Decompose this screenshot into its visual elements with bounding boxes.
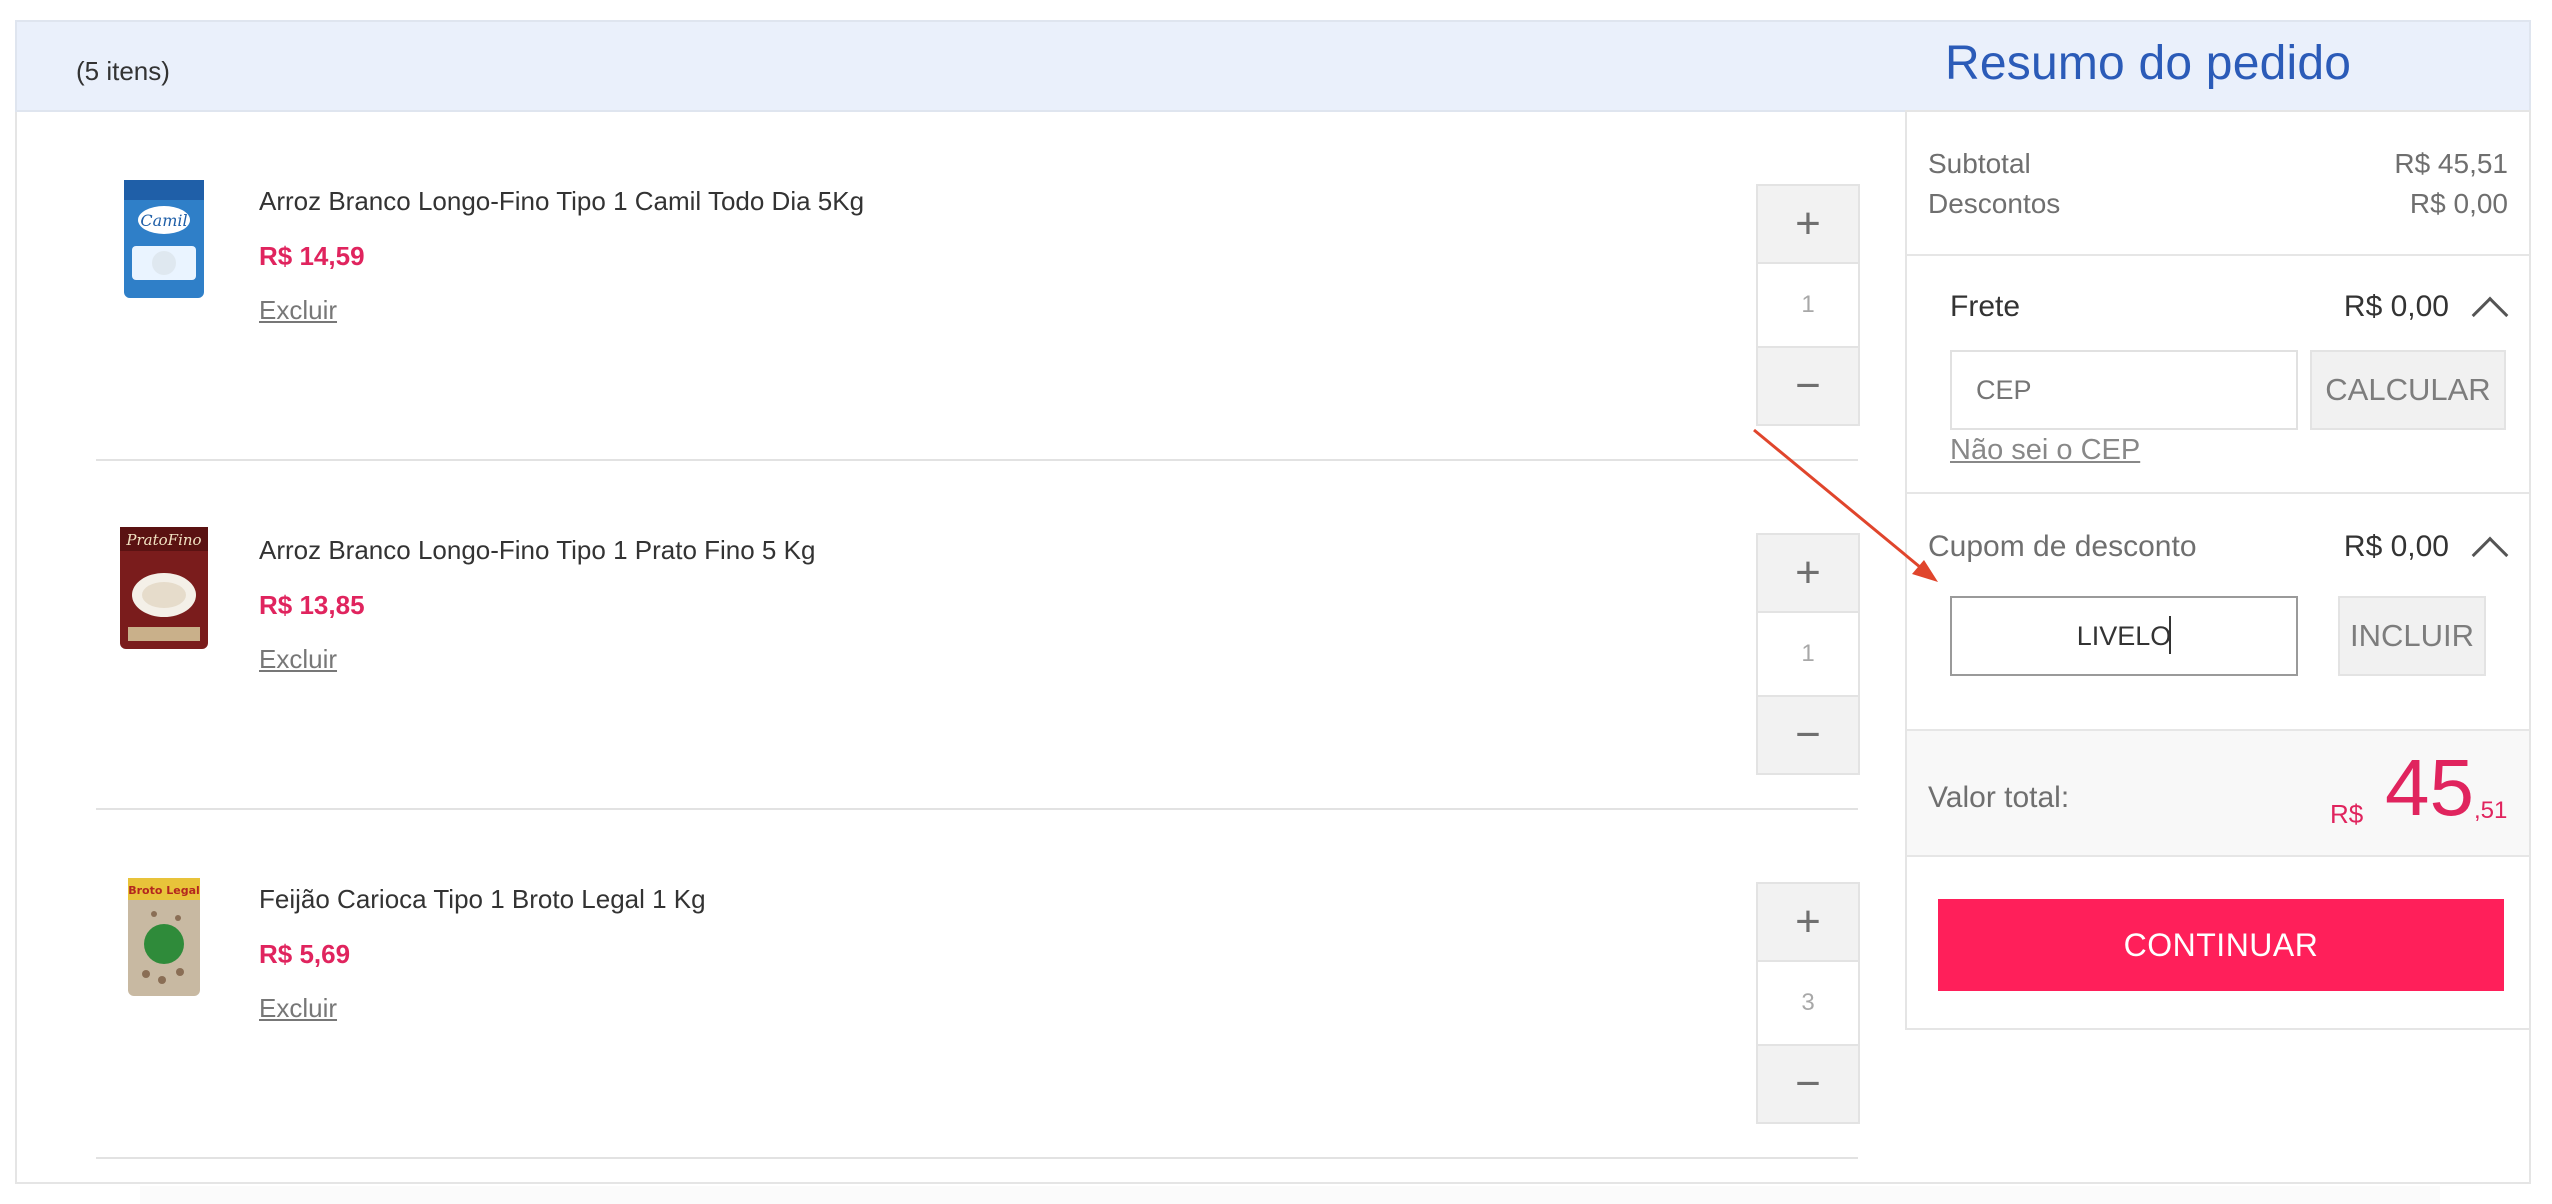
quantity-stepper: + 1 −	[1756, 184, 1860, 426]
increase-quantity-button[interactable]: +	[1758, 884, 1858, 962]
cart-item: PratoFino Arroz Branco Longo-Fino Tipo 1…	[96, 461, 1860, 810]
svg-text:Broto Legal: Broto Legal	[128, 884, 200, 897]
remove-item-link[interactable]: Excluir	[259, 295, 337, 326]
product-name[interactable]: Arroz Branco Longo-Fino Tipo 1 Prato Fin…	[259, 535, 815, 566]
quantity-value[interactable]: 1	[1758, 613, 1858, 695]
svg-text:Camil: Camil	[140, 211, 187, 230]
total-cents: ,51	[2474, 797, 2508, 824]
chevron-up-icon[interactable]	[2471, 296, 2509, 334]
total-box: Valor total: R$ 45 ,51	[1907, 729, 2529, 857]
cep-input[interactable]	[1950, 350, 2298, 430]
shipping-label: Frete	[1950, 290, 2021, 323]
product-image-broto-legal[interactable]: Broto Legal	[116, 874, 212, 1000]
continue-button[interactable]: CONTINUAR	[1938, 899, 2504, 991]
page-bottom-shadow	[140, 1186, 2440, 1204]
discounts-label: Descontos	[1928, 188, 2061, 219]
summary-title: Resumo do pedido	[1945, 37, 2352, 90]
chevron-up-icon[interactable]	[2471, 536, 2509, 574]
cart-item: Camil Arroz Branco Longo-Fino Tipo 1 Cam…	[96, 112, 1860, 461]
increase-quantity-button[interactable]: +	[1758, 186, 1858, 264]
order-summary: Subtotal R$ 45,51 Descontos R$ 0,00 Fret…	[1905, 110, 2531, 1030]
total-currency: R$	[2330, 799, 2364, 829]
coupon-value: R$ 0,00	[2343, 530, 2449, 563]
discounts-value: R$ 0,00	[2409, 188, 2508, 219]
product-price: R$ 5,69	[259, 939, 351, 969]
product-price: R$ 14,59	[259, 241, 365, 271]
decrease-quantity-button[interactable]: −	[1758, 1044, 1858, 1122]
unknown-cep-link[interactable]: Não sei o CEP	[1950, 434, 2140, 467]
product-price: R$ 13,85	[259, 590, 365, 620]
subtotal-label: Subtotal	[1928, 148, 2031, 179]
remove-item-link[interactable]: Excluir	[259, 644, 337, 675]
product-image-prato-fino[interactable]: PratoFino	[116, 523, 212, 649]
svg-text:PratoFino: PratoFino	[125, 531, 201, 549]
annotation-arrow-icon	[1753, 428, 1938, 582]
total-integer: 45	[2385, 743, 2474, 832]
cart-item: Broto Legal Feijão Carioca Tipo 1 Broto …	[96, 810, 1860, 1159]
product-name[interactable]: Arroz Branco Longo-Fino Tipo 1 Camil Tod…	[259, 186, 864, 217]
shipping-value: R$ 0,00	[2343, 290, 2449, 323]
divider	[1907, 492, 2529, 494]
quantity-value[interactable]: 1	[1758, 264, 1858, 346]
calculate-shipping-button[interactable]: CALCULAR	[2310, 350, 2506, 430]
quantity-value[interactable]: 3	[1758, 962, 1858, 1044]
decrease-quantity-button[interactable]: −	[1758, 695, 1858, 773]
remove-item-link[interactable]: Excluir	[259, 993, 337, 1024]
apply-coupon-button[interactable]: INCLUIR	[2338, 596, 2486, 676]
product-image-camil[interactable]: Camil	[116, 176, 212, 302]
coupon-label: Cupom de desconto	[1928, 530, 2197, 563]
text-cursor	[2169, 616, 2171, 654]
total-label: Valor total:	[1928, 781, 2070, 814]
quantity-stepper: + 3 −	[1756, 882, 1860, 1124]
divider	[1907, 254, 2529, 256]
product-name[interactable]: Feijão Carioca Tipo 1 Broto Legal 1 Kg	[259, 884, 706, 915]
items-count: (5 itens)	[76, 56, 170, 86]
subtotal-value: R$ 45,51	[2394, 148, 2508, 179]
decrease-quantity-button[interactable]: −	[1758, 346, 1858, 424]
coupon-input[interactable]	[1950, 596, 2298, 676]
